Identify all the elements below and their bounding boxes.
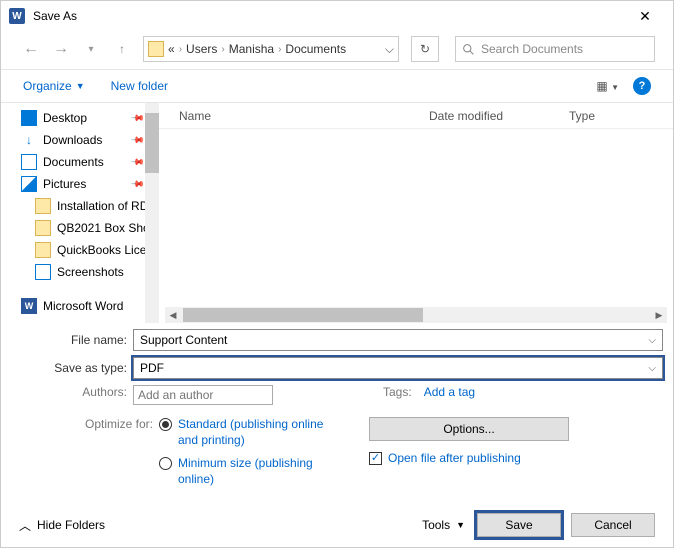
help-button[interactable]: ?: [633, 77, 651, 95]
search-placeholder: Search Documents: [481, 42, 583, 56]
tools-menu[interactable]: Tools▼: [422, 518, 465, 532]
window-title: Save As: [33, 9, 77, 23]
save-button[interactable]: Save: [477, 513, 561, 537]
open-after-checkbox[interactable]: ✓ Open file after publishing: [369, 451, 663, 465]
filename-label: File name:: [11, 333, 133, 347]
down-icon: ↓: [21, 132, 37, 148]
optimize-label: Optimize for:: [11, 417, 159, 495]
horizontal-scrollbar[interactable]: ◀ ▶: [165, 307, 667, 323]
nav-forward[interactable]: →: [49, 37, 73, 61]
sidebar-item[interactable]: W Microsoft Word: [21, 295, 159, 317]
sidebar-item[interactable]: QuickBooks Lice: [21, 239, 159, 261]
filename-input[interactable]: Support Content⌵: [133, 329, 663, 351]
new-folder-button[interactable]: New folder: [111, 79, 168, 93]
sidebar-item[interactable]: ↓ Downloads 📌: [21, 129, 159, 151]
sidebar-item-label: QuickBooks Lice: [57, 243, 146, 257]
col-modified[interactable]: Date modified: [429, 109, 569, 123]
close-button[interactable]: ✕: [625, 2, 665, 30]
radio-icon: [159, 418, 172, 431]
radio-standard[interactable]: Standard (publishing online and printing…: [159, 417, 339, 448]
checkbox-icon: ✓: [369, 452, 382, 465]
nav-recent-caret[interactable]: ▾: [79, 37, 103, 61]
sidebar-scroll-thumb[interactable]: [145, 113, 159, 173]
bc-item[interactable]: Users: [186, 42, 217, 56]
folder-icon: [35, 242, 51, 258]
pin-icon: 📌: [130, 176, 146, 192]
sidebar-item-label: Pictures: [43, 177, 86, 191]
bc-item[interactable]: Documents: [285, 42, 346, 56]
hide-folders-toggle[interactable]: ︿ Hide Folders: [19, 517, 105, 534]
sidebar-item[interactable]: Documents 📌: [21, 151, 159, 173]
tags-label: Tags:: [383, 385, 418, 399]
desktop-icon: [21, 110, 37, 126]
pin-icon: 📌: [130, 132, 146, 148]
sidebar-item[interactable]: QB2021 Box Sho: [21, 217, 159, 239]
search-input[interactable]: Search Documents: [455, 36, 655, 62]
sidebar-item-label: QB2021 Box Sho: [57, 221, 150, 235]
h-scroll-thumb[interactable]: [183, 308, 423, 322]
scroll-left[interactable]: ◀: [165, 307, 181, 323]
bc-dropdown[interactable]: ⌵: [385, 42, 394, 57]
options-button[interactable]: Options...: [369, 417, 569, 441]
view-mode-button[interactable]: ▦ ▼: [596, 79, 619, 93]
scroll-right[interactable]: ▶: [651, 307, 667, 323]
authors-label: Authors:: [11, 385, 133, 399]
word-icon: W: [21, 298, 37, 314]
sidebar-item[interactable]: Pictures 📌: [21, 173, 159, 195]
folder-icon: [35, 198, 51, 214]
add-tag-link[interactable]: Add a tag: [424, 385, 475, 399]
refresh-button[interactable]: ↻: [411, 36, 439, 62]
doc-icon: [21, 154, 37, 170]
radio-minimum[interactable]: Minimum size (publishing online): [159, 456, 339, 487]
sidebar-item-label: Downloads: [43, 133, 102, 147]
folder-icon: [148, 41, 164, 57]
pic-icon: [21, 176, 37, 192]
nav-up[interactable]: ↑: [113, 40, 131, 58]
sidebar-item[interactable]: Desktop 📌: [21, 107, 159, 129]
sidebar-item-label: Microsoft Word: [43, 299, 123, 313]
sidebar-item-label: Installation of RD: [57, 199, 148, 213]
col-type[interactable]: Type: [569, 109, 595, 123]
breadcrumb[interactable]: « › Users › Manisha › Documents ⌵: [143, 36, 399, 62]
cancel-button[interactable]: Cancel: [571, 513, 655, 537]
radio-icon: [159, 457, 172, 470]
savetype-select[interactable]: PDF⌵: [133, 357, 663, 379]
ss-icon: [35, 264, 51, 280]
file-list: Name Date modified Type ◀ ▶: [159, 103, 673, 323]
organize-menu[interactable]: Organize▼: [23, 79, 85, 93]
bc-item[interactable]: Manisha: [229, 42, 274, 56]
savetype-label: Save as type:: [11, 361, 133, 375]
search-icon: [462, 43, 475, 56]
col-name[interactable]: Name: [179, 109, 429, 123]
bc-prefix: «: [168, 42, 175, 56]
pin-icon: 📌: [130, 154, 146, 170]
nav-back[interactable]: ←: [19, 37, 43, 61]
authors-input[interactable]: [133, 385, 273, 405]
word-app-icon: W: [9, 8, 25, 24]
sidebar-item[interactable]: Screenshots: [21, 261, 159, 283]
sidebar-item-label: Screenshots: [57, 265, 124, 279]
sidebar: ▲ Desktop📌↓Downloads📌Documents📌Pictures📌…: [1, 103, 159, 323]
folder-icon: [35, 220, 51, 236]
chevron-up-icon: ︿: [19, 517, 31, 534]
sidebar-item-label: Documents: [43, 155, 104, 169]
pin-icon: 📌: [130, 110, 146, 126]
sidebar-item[interactable]: Installation of RD: [21, 195, 159, 217]
sidebar-item-label: Desktop: [43, 111, 87, 125]
